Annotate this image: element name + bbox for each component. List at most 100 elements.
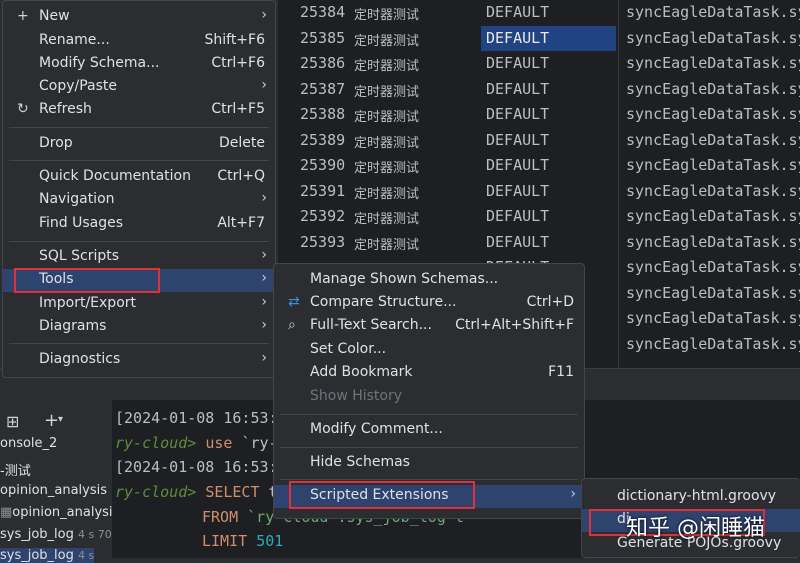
cell-job-group[interactable]: DEFAULT [486,233,549,251]
menu-item-quick-documentation[interactable]: Quick Documentation Ctrl+Q [3,166,275,189]
cell-id[interactable]: 25391 [300,182,345,200]
tools-submenu: Manage Shown Schemas... ⇄ Compare Structu… [273,263,585,519]
table-row[interactable]: 25390 定时器测试 DEFAULT syncEagleDataTask.sy [278,153,800,178]
tree-item-opinion-analysis[interactable]: opinion_analysis [0,483,107,498]
menu-item-modify-comment[interactable]: Modify Comment... [274,419,584,442]
menu-item-new[interactable]: + New › [3,6,275,29]
menu-item-diagrams[interactable]: Diagrams › [3,316,275,339]
menu-item-copy-paste[interactable]: Copy/Paste › [3,76,275,99]
cell-invoke-target[interactable]: syncEagleDataTask.sy [626,309,800,327]
tree-item-test[interactable]: -测试 [0,460,31,479]
menu-item-add-bookmark[interactable]: Add Bookmark F11 [274,362,584,385]
menu-item-set-color[interactable]: Set Color... [274,339,584,362]
menu-item-refresh[interactable]: ↻ Refresh Ctrl+F5 [3,99,275,122]
menu-item-manage-shown-schemas[interactable]: Manage Shown Schemas... [274,269,584,292]
context-menu: + New › Rename... Shift+F6 Modify Schema...… [2,0,276,378]
menu-item-scripted-extensions[interactable]: Scripted Extensions › [274,485,584,508]
cell-job-name[interactable]: 定时器测试 [354,55,419,74]
cell-job-group[interactable]: DEFAULT [486,54,549,72]
menu-item-compare-structure[interactable]: ⇄ Compare Structure... Ctrl+D [274,292,584,315]
chevron-right-icon: › [261,350,267,366]
tree-item-opinion-analysis-table[interactable]: ▦opinion_analysis [0,505,119,520]
cell-id[interactable]: 25384 [300,3,345,21]
cell-job-name[interactable]: 定时器测试 [354,208,419,227]
table-row[interactable]: 25389 定时器测试 DEFAULT syncEagleDataTask.sy [278,128,800,153]
menu-item-tools[interactable]: Tools › [3,269,275,292]
cell-invoke-target[interactable]: syncEagleDataTask.sy [626,80,800,98]
plus-icon: + [17,8,29,24]
cell-invoke-target[interactable]: syncEagleDataTask.sy [626,131,800,149]
cell-job-name[interactable]: 定时器测试 [354,81,419,100]
tree-item-sys-job-log[interactable]: sys_job_log 4 s 700 [0,527,119,542]
cell-job-name[interactable]: 定时器测试 [354,132,419,151]
chevron-right-icon: › [261,190,267,206]
menu-item-sql-scripts[interactable]: SQL Scripts › [3,246,275,269]
cell-invoke-target[interactable]: syncEagleDataTask.sy [626,284,800,302]
cell-job-name[interactable]: 定时器测试 [354,30,419,49]
menu-item-hide-schemas[interactable]: Hide Schemas [274,452,584,475]
cell-id[interactable]: 25386 [300,54,345,72]
menu-item-diagnostics[interactable]: Diagnostics › [3,349,275,372]
cell-job-name[interactable]: 定时器测试 [354,183,419,202]
menu-separator [9,343,269,344]
cell-invoke-target[interactable]: syncEagleDataTask.sy [626,233,800,251]
cell-invoke-target[interactable]: syncEagleDataTask.sy [626,105,800,123]
cell-job-group[interactable]: DEFAULT [486,3,549,21]
menu-separator [280,479,578,480]
menu-item-rename[interactable]: Rename... Shift+F6 [3,30,275,53]
cell-id[interactable]: 25385 [300,29,345,47]
cell-job-name[interactable]: 定时器测试 [354,234,419,253]
menu-item-navigation[interactable]: Navigation › [3,189,275,212]
cell-invoke-target[interactable]: syncEagleDataTask.sy [626,207,800,225]
menu-item-import-export[interactable]: Import/Export › [3,293,275,316]
chevron-right-icon: › [261,317,267,333]
table-row[interactable]: 25385 定时器测试 DEFAULT syncEagleDataTask.sy [278,25,800,51]
tree-item-console[interactable]: onsole_2 [0,436,57,451]
cell-job-group[interactable]: DEFAULT [486,156,549,174]
cell-id[interactable]: 25389 [300,131,345,149]
add-icon[interactable]: + [44,410,59,431]
table-icon: ▦ [0,505,13,520]
cell-job-name[interactable]: 定时器测试 [354,157,419,176]
cell-id[interactable]: 25388 [300,105,345,123]
tree-item-sys-job-log-selected[interactable]: sys_job_log 4 s [0,548,95,563]
database-explorer-panel: ⊞ + ▾ onsole_2 -测试 opinion_analysis ▦opi… [0,400,119,563]
cell-id[interactable]: 25393 [300,233,345,251]
cell-invoke-target[interactable]: syncEagleDataTask.sy [626,335,800,353]
cell-job-name[interactable]: 定时器测试 [354,4,419,23]
cell-invoke-target[interactable]: syncEagleDataTask.sy [626,182,800,200]
cell-id[interactable]: 25392 [300,207,345,225]
cell-job-group[interactable]: DEFAULT [486,105,549,123]
table-row[interactable]: 25391 定时器测试 DEFAULT syncEagleDataTask.sy [278,179,800,204]
menu-item-full-text-search[interactable]: ⌕ Full-Text Search... Ctrl+Alt+Shift+F [274,315,584,338]
cell-id[interactable]: 25390 [300,156,345,174]
cell-job-group[interactable]: DEFAULT [486,131,549,149]
cell-invoke-target[interactable]: syncEagleDataTask.sy [626,3,800,21]
table-row[interactable]: 25384 定时器测试 DEFAULT syncEagleDataTask.sy [278,0,800,25]
table-row[interactable]: 25393 定时器测试 DEFAULT syncEagleDataTask.sy [278,230,800,255]
cell-job-group[interactable]: DEFAULT [486,207,549,225]
cell-job-group[interactable]: DEFAULT [481,25,616,51]
table-row[interactable]: 25386 定时器测试 DEFAULT syncEagleDataTask.sy [278,51,800,76]
menu-item-dictionary-html[interactable]: dictionary-html.groovy [582,486,800,509]
dropdown-arrow-icon[interactable]: ▾ [58,414,63,425]
table-row[interactable]: 25392 定时器测试 DEFAULT syncEagleDataTask.sy [278,204,800,229]
cell-job-group[interactable]: DEFAULT [486,80,549,98]
cell-invoke-target[interactable]: syncEagleDataTask.sy [626,29,800,47]
cell-job-name[interactable]: 定时器测试 [354,106,419,125]
menu-separator [280,447,578,448]
menu-separator [9,160,269,161]
cell-job-group[interactable]: DEFAULT [486,182,549,200]
menu-item-drop[interactable]: Drop Delete [3,133,275,156]
menu-item-modify-schema[interactable]: Modify Schema... Ctrl+F6 [3,53,275,76]
cell-invoke-target[interactable]: syncEagleDataTask.sy [626,54,800,72]
layout-icon[interactable]: ⊞ [6,412,19,431]
cell-invoke-target[interactable]: syncEagleDataTask.sy [626,156,800,174]
table-row[interactable]: 25388 定时器测试 DEFAULT syncEagleDataTask.sy [278,102,800,127]
menu-item-show-history: Show History [310,388,403,404]
menu-item-find-usages[interactable]: Find Usages Alt+F7 [3,213,275,236]
cell-id[interactable]: 25387 [300,80,345,98]
chevron-right-icon: › [261,247,267,263]
table-row[interactable]: 25387 定时器测试 DEFAULT syncEagleDataTask.sy [278,77,800,102]
cell-invoke-target[interactable]: syncEagleDataTask.sy [626,258,800,276]
